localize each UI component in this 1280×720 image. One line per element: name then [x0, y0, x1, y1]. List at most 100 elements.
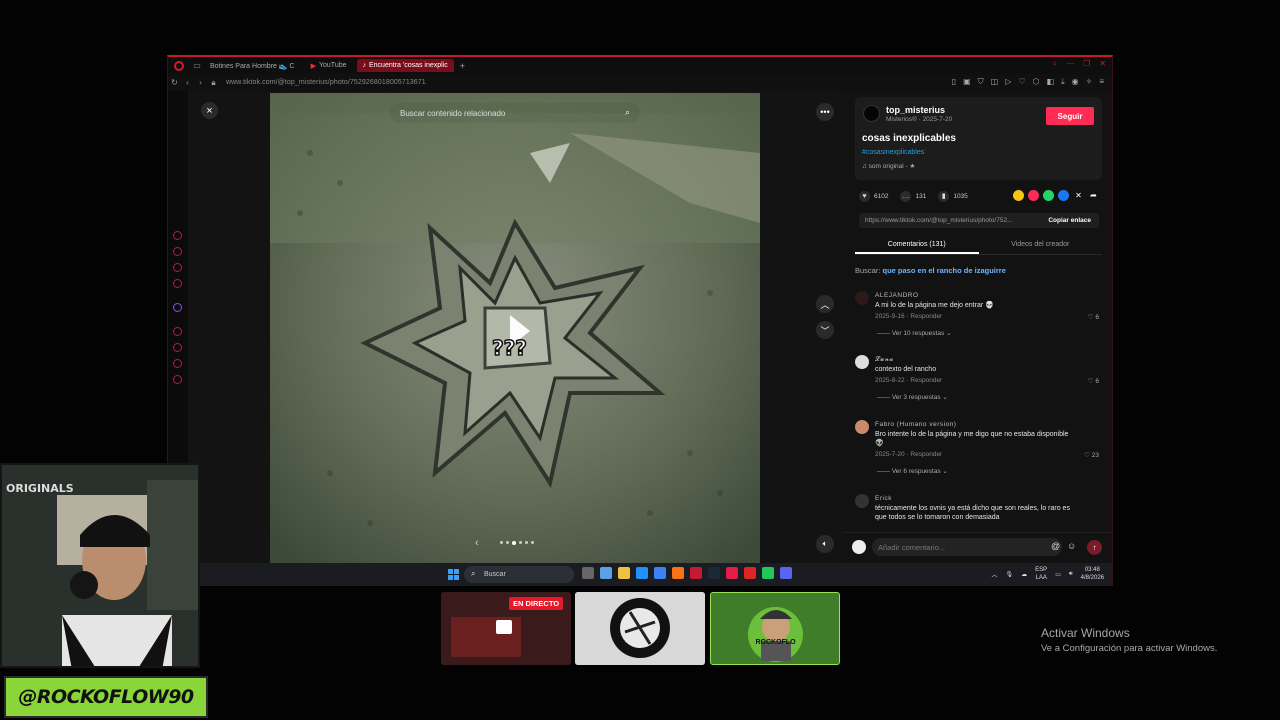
- opera-gx-logo-icon[interactable]: [174, 60, 184, 71]
- docs-icon[interactable]: [762, 567, 774, 579]
- avatar[interactable]: [855, 291, 869, 305]
- reply-button[interactable]: Responder: [910, 377, 942, 384]
- lock-icon[interactable]: 🔒︎: [207, 78, 220, 88]
- avatar[interactable]: [855, 420, 869, 434]
- vpn-icon[interactable]: ◫: [991, 77, 999, 87]
- comment-like[interactable]: ♡ 6: [1088, 377, 1099, 385]
- download-icon[interactable]: ⤓: [1061, 77, 1065, 87]
- chevron-up-icon[interactable]: ︿: [992, 570, 998, 579]
- brave-icon[interactable]: [672, 567, 684, 579]
- sidebar-messenger-icon[interactable]: [173, 279, 182, 288]
- share-icon[interactable]: ➦: [1088, 190, 1099, 201]
- sidebar-history-icon[interactable]: [173, 327, 182, 336]
- network-icon[interactable]: ▭: [1055, 571, 1061, 578]
- x-icon[interactable]: ✕: [1073, 190, 1084, 201]
- clock[interactable]: 03:48 4/8/2026: [1081, 566, 1104, 582]
- language-indicator[interactable]: ESP LAA: [1035, 566, 1047, 582]
- comment-author[interactable]: ALEJANDRO: [875, 292, 919, 299]
- username[interactable]: top_misterius: [886, 105, 945, 115]
- sidebar-gx-icon[interactable]: [173, 231, 182, 240]
- search-icon[interactable]: ⌕: [625, 107, 630, 118]
- send-button[interactable]: ↑: [1087, 540, 1102, 555]
- mic-icon[interactable]: 🎙︎: [1006, 571, 1014, 578]
- avatar[interactable]: [855, 355, 869, 369]
- comment-author[interactable]: Erick: [875, 495, 892, 502]
- wallet-icon[interactable]: ◧: [1047, 77, 1055, 87]
- comment-like[interactable]: ♡ 6: [1088, 313, 1099, 321]
- embed-icon[interactable]: [1013, 190, 1024, 201]
- windows-start-icon[interactable]: [448, 569, 459, 580]
- widgets-icon[interactable]: [600, 567, 612, 579]
- save-button[interactable]: ▮ 1035: [938, 190, 968, 202]
- ai-icon[interactable]: ✧: [1086, 77, 1093, 87]
- comment-input[interactable]: Añadir comentario...: [872, 538, 1062, 556]
- sound-link[interactable]: ♫ som original - ★: [862, 162, 915, 170]
- avatar-thumbnail[interactable]: ROCKOFLO: [710, 592, 840, 665]
- comment-author[interactable]: 𝓛𝓾𝓷𝓪: [875, 356, 894, 364]
- like-button[interactable]: ♥ 6102: [859, 190, 888, 202]
- url-field[interactable]: www.tiktok.com/@top_misterius/photo/7529…: [226, 79, 426, 86]
- page-dot[interactable]: [519, 541, 522, 544]
- snapshot-icon[interactable]: ◉: [1072, 77, 1079, 87]
- volume-button[interactable]: 🔈︎: [816, 535, 834, 553]
- send-icon[interactable]: [1028, 190, 1039, 201]
- taskbar-search[interactable]: ⌕ Buscar: [464, 566, 574, 583]
- app-icon[interactable]: [726, 567, 738, 579]
- forward-icon[interactable]: ›: [194, 78, 207, 87]
- back-icon[interactable]: ‹: [181, 78, 194, 87]
- new-tab-button[interactable]: +: [460, 61, 465, 71]
- steam-icon[interactable]: [708, 567, 720, 579]
- view-replies-button[interactable]: —— Ver 10 respuestas ⌄: [877, 329, 951, 337]
- task-view-icon[interactable]: [582, 567, 594, 579]
- tab-botines[interactable]: Botines Para Hombre 👟 C: [204, 59, 301, 72]
- page-dot[interactable]: [506, 541, 509, 544]
- page-dot-active[interactable]: [512, 541, 516, 545]
- reload-icon[interactable]: ↻: [168, 78, 181, 87]
- shield-icon[interactable]: ⛉: [978, 77, 984, 87]
- edge-icon[interactable]: [636, 567, 648, 579]
- menu-icon[interactable]: ≡: [1099, 77, 1104, 87]
- maximize-icon[interactable]: ❐: [1083, 59, 1090, 69]
- next-post-button[interactable]: ﹀: [816, 321, 834, 339]
- sidebar-discord-icon[interactable]: [173, 263, 182, 272]
- volume-icon[interactable]: 🔊︎: [1069, 571, 1073, 578]
- page-dot[interactable]: [500, 541, 503, 544]
- facebook-icon[interactable]: [1058, 190, 1069, 201]
- weather-icon[interactable]: ☁: [1021, 571, 1027, 578]
- more-options-button[interactable]: •••: [816, 103, 834, 121]
- search-suggestion-query[interactable]: que paso en el rancho de izaguirre: [883, 266, 1006, 275]
- mention-icon[interactable]: @: [1051, 541, 1060, 551]
- store-icon[interactable]: [654, 567, 666, 579]
- previous-photo-icon[interactable]: ‹: [475, 537, 479, 549]
- tab-comments[interactable]: Comentarios (131): [855, 239, 979, 254]
- post-link[interactable]: https://www.tiktok.com/@top_misterius/ph…: [859, 217, 1040, 224]
- tab-tiktok[interactable]: ♪ Encuentra 'cosas inexplic: [356, 59, 454, 72]
- emoji-icon[interactable]: ☺: [1067, 541, 1076, 551]
- extensions-icon[interactable]: ⬡: [1033, 77, 1040, 87]
- hashtag-link[interactable]: #cosasinexplicables: [862, 149, 924, 156]
- opera-gx-icon[interactable]: [690, 567, 702, 579]
- page-dot[interactable]: [525, 541, 528, 544]
- view-replies-button[interactable]: —— Ver 6 respuestas ⌄: [877, 467, 948, 475]
- page-dot[interactable]: [531, 541, 534, 544]
- search-icon[interactable]: ⌕: [1053, 59, 1057, 69]
- comment-author[interactable]: Fabro (Humano version): [875, 421, 956, 428]
- tab-list-icon[interactable]: ▭: [190, 61, 204, 70]
- sidebar-twitch-icon[interactable]: [173, 247, 182, 256]
- sidebar-box-icon[interactable]: [173, 359, 182, 368]
- play-overlay-icon[interactable]: ???: [490, 313, 545, 358]
- whatsapp-icon[interactable]: [1043, 190, 1054, 201]
- close-window-icon[interactable]: ✕: [1099, 59, 1106, 69]
- photo-slide[interactable]: Buscar contenido relacionado ⌕ ??? ‹: [270, 93, 760, 565]
- previous-post-button[interactable]: ︿: [816, 295, 834, 313]
- copy-link-button[interactable]: Copiar enlace: [1040, 217, 1099, 224]
- play-icon[interactable]: ▷: [1005, 77, 1011, 87]
- minimize-icon[interactable]: —: [1066, 59, 1074, 69]
- view-replies-button[interactable]: —— Ver 3 respuestas ⌄: [877, 393, 948, 401]
- related-search-input[interactable]: Buscar contenido relacionado ⌕: [390, 103, 640, 123]
- close-viewer-button[interactable]: ×: [201, 102, 218, 119]
- file-explorer-icon[interactable]: [618, 567, 630, 579]
- follow-button[interactable]: Seguir: [1046, 107, 1094, 125]
- heart-icon[interactable]: ♡: [1018, 77, 1025, 87]
- reply-button[interactable]: Responder: [910, 451, 942, 458]
